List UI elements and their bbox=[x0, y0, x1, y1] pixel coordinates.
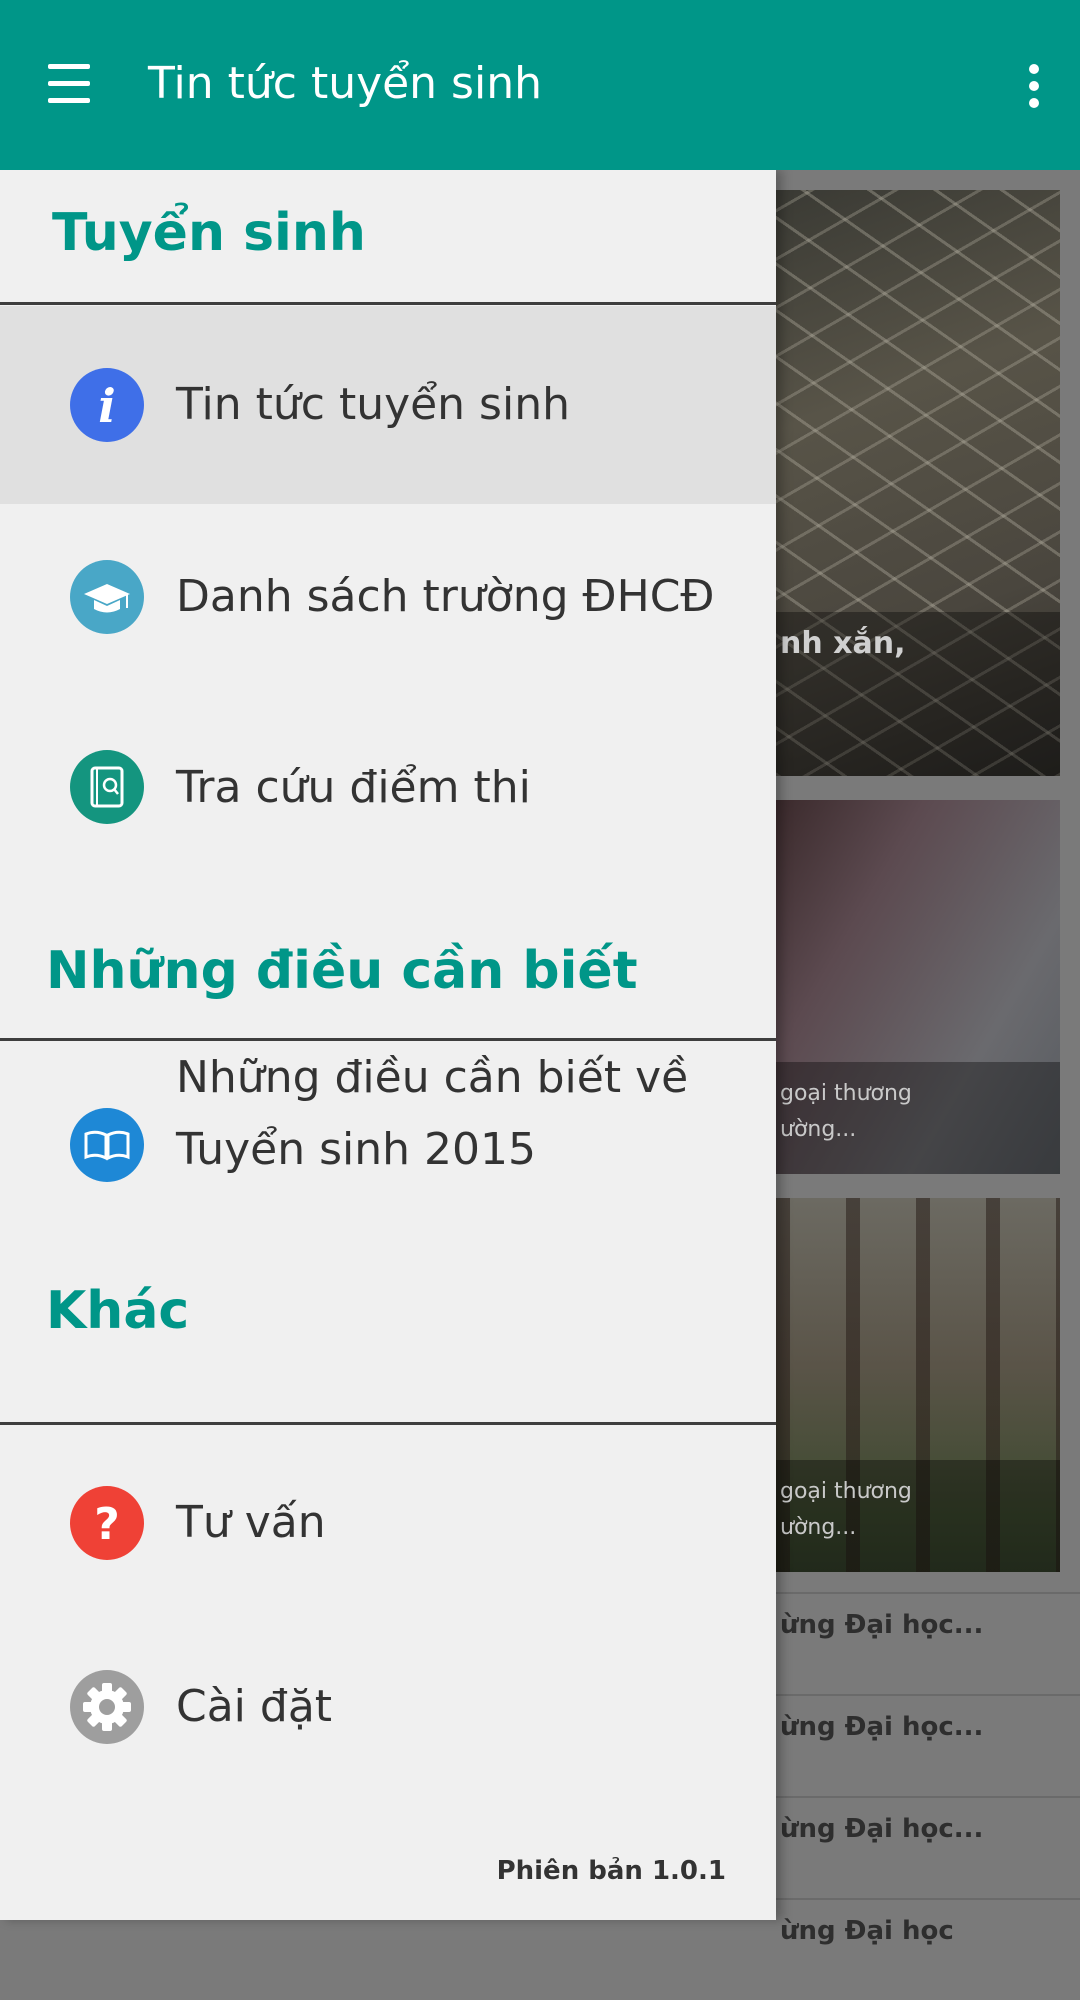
divider bbox=[0, 1038, 776, 1041]
svg-text:i: i bbox=[98, 379, 115, 433]
nav-item-tin-tuc-tuyen-sinh[interactable]: i Tin tức tuyển sinh bbox=[0, 306, 776, 504]
nav-item-label: Tin tức tuyển sinh bbox=[176, 379, 570, 430]
nav-item-tra-cuu-diem-thi[interactable]: Tra cứu điểm thi bbox=[0, 700, 776, 890]
section-title-tuyen-sinh: Tuyển sinh bbox=[52, 203, 366, 263]
info-icon: i bbox=[70, 368, 144, 442]
book-search-icon bbox=[70, 750, 144, 824]
nav-item-nhung-dieu-can-biet[interactable]: Những điều cần biết về Tuyển sinh 2015 bbox=[0, 1042, 776, 1232]
nav-item-danh-sach-truong[interactable]: Danh sách trường ĐHCĐ bbox=[0, 504, 776, 700]
nav-item-label: Danh sách trường ĐHCĐ bbox=[176, 571, 715, 622]
list-item-text: ừng Đại học... bbox=[780, 1610, 984, 1640]
list-item[interactable]: ừng Đại học... bbox=[776, 1796, 1080, 1898]
list-item-text: ừng Đại học... bbox=[780, 1712, 984, 1742]
section-title-nhung-dieu-can-biet: Những điều cần biết bbox=[46, 941, 638, 1001]
more-options-icon[interactable] bbox=[1014, 62, 1054, 110]
card-caption-text: nh xắn, bbox=[780, 626, 906, 661]
question-icon: ? bbox=[70, 1486, 144, 1560]
list-item[interactable]: ừng Đại học... bbox=[776, 1592, 1080, 1694]
nav-item-tu-van[interactable]: ? Tư vấn bbox=[0, 1426, 776, 1610]
card-caption: goại thương ường... bbox=[776, 1460, 1060, 1572]
nav-item-label: Cài đặt bbox=[176, 1681, 333, 1732]
card-caption-line: goại thương bbox=[780, 1479, 912, 1504]
news-card[interactable]: goại thương ường... bbox=[776, 800, 1060, 1174]
menu-icon[interactable] bbox=[48, 64, 90, 104]
divider bbox=[0, 302, 776, 305]
divider bbox=[0, 1422, 776, 1425]
list-item[interactable]: ừng Đại học... bbox=[776, 1694, 1080, 1796]
version-label: Phiên bản 1.0.1 bbox=[496, 1856, 726, 1886]
nav-item-label: Những điều cần biết về bbox=[176, 1052, 689, 1103]
card-caption-line: goại thương bbox=[780, 1081, 912, 1106]
card-caption: nh xắn, bbox=[776, 612, 1060, 776]
news-card[interactable]: goại thương ường... bbox=[776, 1198, 1060, 1572]
nav-item-label: Tư vấn bbox=[176, 1497, 326, 1548]
nav-item-cai-dat[interactable]: Cài đặt bbox=[0, 1610, 776, 1790]
section-title-khac: Khác bbox=[46, 1281, 190, 1341]
nav-item-label: Tuyển sinh 2015 bbox=[176, 1124, 536, 1175]
list-item-text: ừng Đại học... bbox=[780, 1814, 984, 1844]
list-item-text: ừng Đại học bbox=[780, 1916, 954, 1946]
app-bar: Tin tức tuyển sinh bbox=[0, 0, 1080, 170]
nav-item-label: Tra cứu điểm thi bbox=[176, 762, 531, 813]
news-feed: nh xắn, goại thương ường... goại thương … bbox=[776, 170, 1080, 1946]
card-caption-line: ường... bbox=[780, 1515, 857, 1540]
card-caption: goại thương ường... bbox=[776, 1062, 1060, 1174]
gear-icon bbox=[70, 1670, 144, 1744]
navigation-drawer: Tuyển sinh i Tin tức tuyển sinh Danh sác… bbox=[0, 170, 776, 1920]
card-caption-line: ường... bbox=[780, 1117, 857, 1142]
list-item[interactable]: ừng Đại học bbox=[776, 1898, 1080, 2000]
svg-text:?: ? bbox=[94, 1499, 120, 1550]
news-card[interactable]: nh xắn, bbox=[776, 190, 1060, 776]
page-title: Tin tức tuyển sinh bbox=[148, 58, 542, 109]
open-book-icon bbox=[70, 1108, 144, 1182]
graduation-cap-icon bbox=[70, 560, 144, 634]
